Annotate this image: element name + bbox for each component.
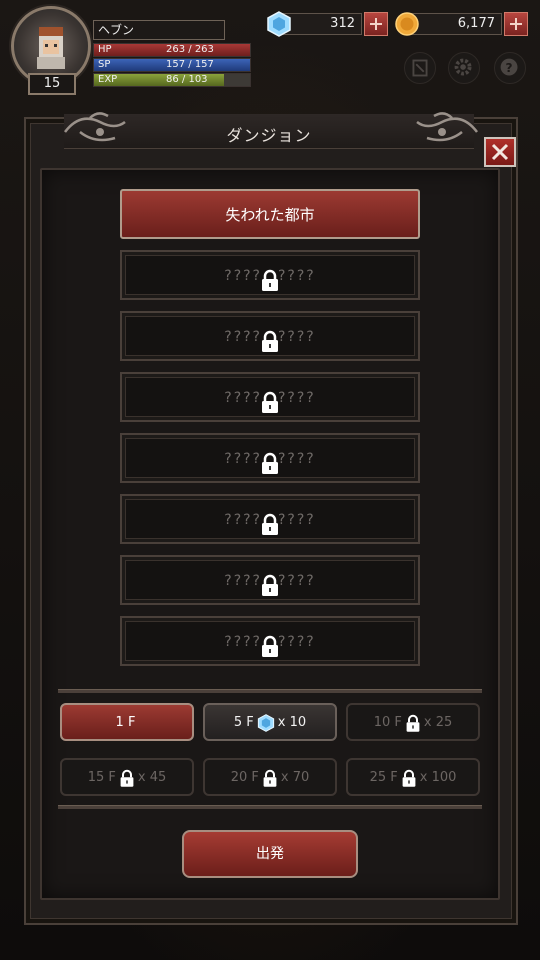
exp-label: EXP xyxy=(98,74,118,85)
lock-icon xyxy=(263,769,277,787)
dungeon-item-locked[interactable]: ???? ???? xyxy=(120,433,420,483)
floor-label: 15 F xyxy=(87,770,116,785)
floor-cost: x 25 xyxy=(423,715,453,730)
lock-icon xyxy=(262,513,278,535)
divider xyxy=(58,805,482,809)
right-ornament-icon xyxy=(416,112,478,142)
sp-bar: SP 157 / 157 xyxy=(93,58,251,72)
dungeon-item-locked[interactable]: ???? ???? xyxy=(120,372,420,422)
floor-label: 20 F xyxy=(230,770,259,785)
exp-value: 86 / 103 xyxy=(166,74,208,85)
help-button[interactable]: ? xyxy=(494,52,526,84)
floor-option[interactable]: 15 F x 45 xyxy=(60,758,194,796)
floor-cost: x 10 xyxy=(277,715,307,730)
lock-icon xyxy=(262,452,278,474)
floor-option[interactable]: 1 F xyxy=(60,703,194,741)
dungeon-item-locked[interactable]: ???? ???? xyxy=(120,250,420,300)
dungeon-label-left: ???? xyxy=(224,451,262,467)
sp-value: 157 / 157 xyxy=(166,59,214,70)
dungeon-label-left: ???? xyxy=(224,634,262,650)
knight-portrait-icon xyxy=(37,27,65,69)
floor-label: 5 F xyxy=(233,715,254,730)
lock-icon xyxy=(262,391,278,413)
floor-option[interactable]: 5 F x 10 xyxy=(203,703,337,741)
dungeon-item-lost-city[interactable]: 失われた都市 xyxy=(120,189,420,239)
lock-icon xyxy=(262,574,278,596)
floor-option[interactable]: 10 F x 25 xyxy=(346,703,480,741)
dungeon-label-left: ???? xyxy=(224,573,262,589)
settings-button[interactable] xyxy=(448,52,480,84)
gold-coin-icon xyxy=(395,12,419,36)
help-icon: ? xyxy=(500,58,518,76)
left-ornament-icon xyxy=(64,112,126,142)
buy-gems-button[interactable] xyxy=(364,12,388,36)
floor-cost: x 45 xyxy=(137,770,167,785)
lock-icon xyxy=(262,635,278,657)
gem-icon xyxy=(257,714,274,732)
lock-icon xyxy=(402,769,416,787)
floor-label: 10 F xyxy=(373,715,402,730)
dungeon-label-right: ???? xyxy=(278,268,316,284)
svg-text:?: ? xyxy=(506,61,513,75)
sp-label: SP xyxy=(98,59,111,70)
floor-option[interactable]: 20 F x 70 xyxy=(203,758,337,796)
dungeon-label-left: ???? xyxy=(224,390,262,406)
buy-gold-button[interactable] xyxy=(504,12,528,36)
floor-label: 25 F xyxy=(369,770,398,785)
player-name: ヘブン xyxy=(93,20,225,40)
hp-bar: HP 263 / 263 xyxy=(93,43,251,57)
book-icon xyxy=(412,59,428,77)
dungeon-label-right: ???? xyxy=(278,390,316,406)
floor-option[interactable]: 25 F x 100 xyxy=(346,758,480,796)
gear-icon xyxy=(454,58,472,76)
close-button[interactable] xyxy=(484,137,516,167)
lock-icon xyxy=(262,330,278,352)
lock-icon xyxy=(120,769,134,787)
lock-icon xyxy=(406,714,420,732)
floor-cost: x 70 xyxy=(280,770,310,785)
dungeon-label-right: ???? xyxy=(278,512,316,528)
dungeon-label-left: ???? xyxy=(224,268,262,284)
hp-value: 263 / 263 xyxy=(166,44,214,55)
dungeon-item-locked[interactable]: ???? ???? xyxy=(120,555,420,605)
dungeon-item-locked[interactable]: ???? ???? xyxy=(120,311,420,361)
floor-label: 1 F xyxy=(115,715,136,730)
depart-button[interactable]: 出発 xyxy=(182,830,358,878)
book-button[interactable] xyxy=(404,52,436,84)
dungeon-label-left: ???? xyxy=(224,512,262,528)
dungeon-label-left: ???? xyxy=(224,329,262,345)
hp-label: HP xyxy=(98,44,112,55)
dungeon-item-locked[interactable]: ???? ???? xyxy=(120,616,420,666)
close-icon xyxy=(491,143,509,161)
floor-cost: x 100 xyxy=(419,770,457,785)
player-hud: 15 ヘブン HP 263 / 263 SP 157 / 157 EXP 86 … xyxy=(0,0,540,100)
dungeon-item-locked[interactable]: ???? ???? xyxy=(120,494,420,544)
exp-bar: EXP 86 / 103 xyxy=(93,73,251,87)
dungeon-label-right: ???? xyxy=(278,329,316,345)
lock-icon xyxy=(262,269,278,291)
dungeon-label-right: ???? xyxy=(278,634,316,650)
player-level: 15 xyxy=(28,73,76,95)
dungeon-label-right: ???? xyxy=(278,451,316,467)
gem-icon xyxy=(267,11,291,37)
gold-counter: 6,177 xyxy=(406,13,502,35)
dungeon-label-right: ???? xyxy=(278,573,316,589)
divider xyxy=(58,689,482,693)
dungeon-label: 失われた都市 xyxy=(225,206,315,224)
